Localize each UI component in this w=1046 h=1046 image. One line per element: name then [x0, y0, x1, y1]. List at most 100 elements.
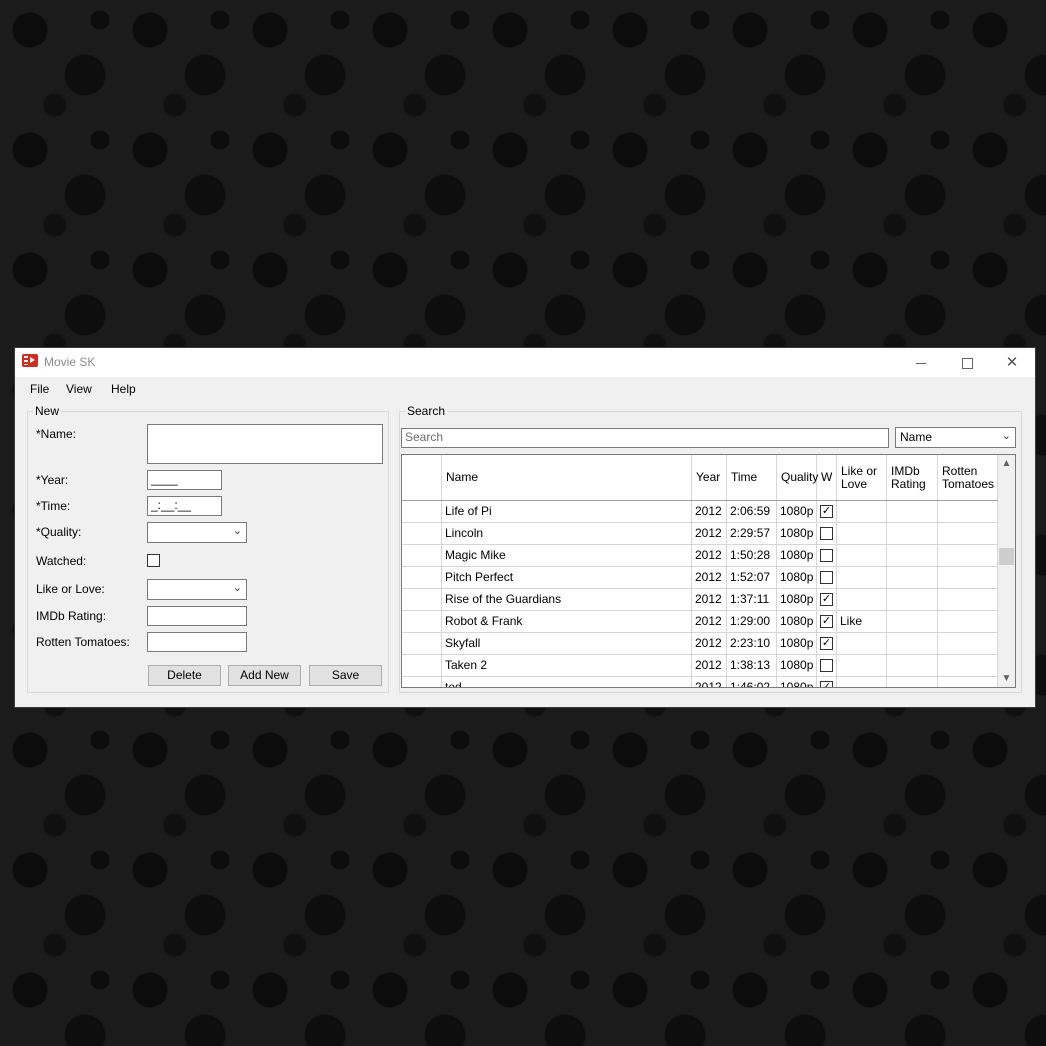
search-input[interactable]: Search: [401, 428, 889, 448]
name-cell[interactable]: Rise of the Guardians: [442, 589, 692, 610]
rotten-cell[interactable]: [938, 589, 998, 610]
imdb-cell[interactable]: [887, 545, 938, 566]
quality-cell[interactable]: 1080p: [777, 655, 817, 676]
checked-checkbox[interactable]: ✓: [820, 615, 833, 628]
movie-table[interactable]: Name Year Time Quality W Like or Love IM…: [401, 454, 1016, 688]
row-header-cell[interactable]: [402, 611, 442, 632]
quality-cell[interactable]: 1080p: [777, 523, 817, 544]
watched-cell[interactable]: [817, 655, 837, 676]
table-row[interactable]: Taken 2 2012 1:38:13 1080p: [402, 655, 998, 677]
like-or-love-select[interactable]: ⌄: [147, 579, 247, 600]
watched-checkbox[interactable]: [147, 554, 160, 567]
time-cell[interactable]: 1:38:13: [727, 655, 777, 676]
row-header-cell[interactable]: [402, 655, 442, 676]
watched-cell[interactable]: ✓: [817, 611, 837, 632]
unchecked-checkbox[interactable]: [820, 549, 833, 562]
imdb-cell[interactable]: [887, 501, 938, 522]
delete-button[interactable]: Delete: [148, 665, 221, 686]
quality-cell[interactable]: 1080p: [777, 501, 817, 522]
year-cell[interactable]: 2012: [692, 589, 727, 610]
watched-cell[interactable]: ✓: [817, 589, 837, 610]
rotten-cell[interactable]: [938, 677, 998, 687]
like-cell[interactable]: [837, 677, 887, 687]
menu-view[interactable]: View: [66, 382, 92, 396]
watched-cell[interactable]: [817, 567, 837, 588]
table-row[interactable]: Lincoln 2012 2:29:57 1080p: [402, 523, 998, 545]
watched-cell[interactable]: [817, 523, 837, 544]
quality-select[interactable]: ⌄: [147, 522, 247, 543]
table-row[interactable]: Rise of the Guardians 2012 1:37:11 1080p ✓: [402, 589, 998, 611]
scrollbar-thumb[interactable]: [999, 548, 1014, 565]
imdb-cell[interactable]: [887, 589, 938, 610]
year-cell[interactable]: 2012: [692, 633, 727, 654]
watched-cell[interactable]: ✓: [817, 501, 837, 522]
unchecked-checkbox[interactable]: [820, 659, 833, 672]
checked-checkbox[interactable]: ✓: [820, 505, 833, 518]
row-header-cell[interactable]: [402, 501, 442, 522]
time-cell[interactable]: 2:29:57: [727, 523, 777, 544]
table-row[interactable]: Life of Pi 2012 2:06:59 1080p ✓: [402, 501, 998, 523]
checked-checkbox[interactable]: ✓: [820, 593, 833, 606]
like-cell[interactable]: [837, 545, 887, 566]
year-cell[interactable]: 2012: [692, 523, 727, 544]
like-cell[interactable]: [837, 501, 887, 522]
title-bar[interactable]: Movie SK ✕: [15, 348, 1035, 377]
name-cell[interactable]: Lincoln: [442, 523, 692, 544]
table-row[interactable]: Pitch Perfect 2012 1:52:07 1080p: [402, 567, 998, 589]
rotten-cell[interactable]: [938, 501, 998, 522]
year-field[interactable]: ____: [147, 470, 222, 490]
close-button[interactable]: ✕: [989, 348, 1035, 377]
watched-cell[interactable]: ✓: [817, 633, 837, 654]
time-cell[interactable]: 1:29:00: [727, 611, 777, 632]
column-header[interactable]: Year: [692, 455, 727, 500]
column-header[interactable]: IMDb Rating: [887, 455, 938, 500]
rotten-cell[interactable]: [938, 655, 998, 676]
quality-cell[interactable]: 1080p: [777, 589, 817, 610]
add-new-button[interactable]: Add New: [228, 665, 301, 686]
menu-help[interactable]: Help: [111, 382, 136, 396]
column-header[interactable]: Name: [442, 455, 692, 500]
imdb-cell[interactable]: [887, 611, 938, 632]
save-button[interactable]: Save: [309, 665, 382, 686]
column-header[interactable]: Quality: [777, 455, 818, 500]
column-header[interactable]: Rotten Tomatoes: [938, 455, 998, 500]
column-header[interactable]: Time: [727, 455, 777, 500]
imdb-cell[interactable]: [887, 677, 938, 687]
year-cell[interactable]: 2012: [692, 501, 727, 522]
name-cell[interactable]: Skyfall: [442, 633, 692, 654]
like-cell[interactable]: [837, 589, 887, 610]
table-row[interactable]: ted 2012 1:46:02 1080p ✓: [402, 677, 998, 687]
name-cell[interactable]: Life of Pi: [442, 501, 692, 522]
chevron-up-icon[interactable]: ▲: [998, 455, 1015, 472]
checked-checkbox[interactable]: ✓: [820, 681, 833, 687]
like-cell[interactable]: [837, 567, 887, 588]
time-cell[interactable]: 1:50:28: [727, 545, 777, 566]
time-field[interactable]: _:__:__: [147, 496, 222, 516]
like-cell[interactable]: [837, 633, 887, 654]
row-header-cell[interactable]: [402, 567, 442, 588]
quality-cell[interactable]: 1080p: [777, 633, 817, 654]
imdb-cell[interactable]: [887, 655, 938, 676]
like-cell[interactable]: [837, 523, 887, 544]
table-row[interactable]: Skyfall 2012 2:23:10 1080p ✓: [402, 633, 998, 655]
minimize-button[interactable]: [898, 348, 944, 377]
chevron-down-icon[interactable]: ▼: [998, 670, 1015, 687]
checked-checkbox[interactable]: ✓: [820, 637, 833, 650]
rotten-field[interactable]: [147, 632, 247, 652]
row-header-cell[interactable]: [402, 545, 442, 566]
rotten-cell[interactable]: [938, 611, 998, 632]
row-header-cell[interactable]: [402, 523, 442, 544]
time-cell[interactable]: 2:23:10: [727, 633, 777, 654]
search-filter-select[interactable]: Name ⌄: [895, 427, 1016, 448]
imdb-cell[interactable]: [887, 567, 938, 588]
row-header-cell[interactable]: [402, 633, 442, 654]
menu-file[interactable]: File: [30, 382, 49, 396]
imdb-cell[interactable]: [887, 633, 938, 654]
year-cell[interactable]: 2012: [692, 611, 727, 632]
time-cell[interactable]: 1:37:11: [727, 589, 777, 610]
year-cell[interactable]: 2012: [692, 677, 727, 687]
name-cell[interactable]: Magic Mike: [442, 545, 692, 566]
column-header[interactable]: Like or Love: [837, 455, 887, 500]
quality-cell[interactable]: 1080p: [777, 545, 817, 566]
year-cell[interactable]: 2012: [692, 545, 727, 566]
